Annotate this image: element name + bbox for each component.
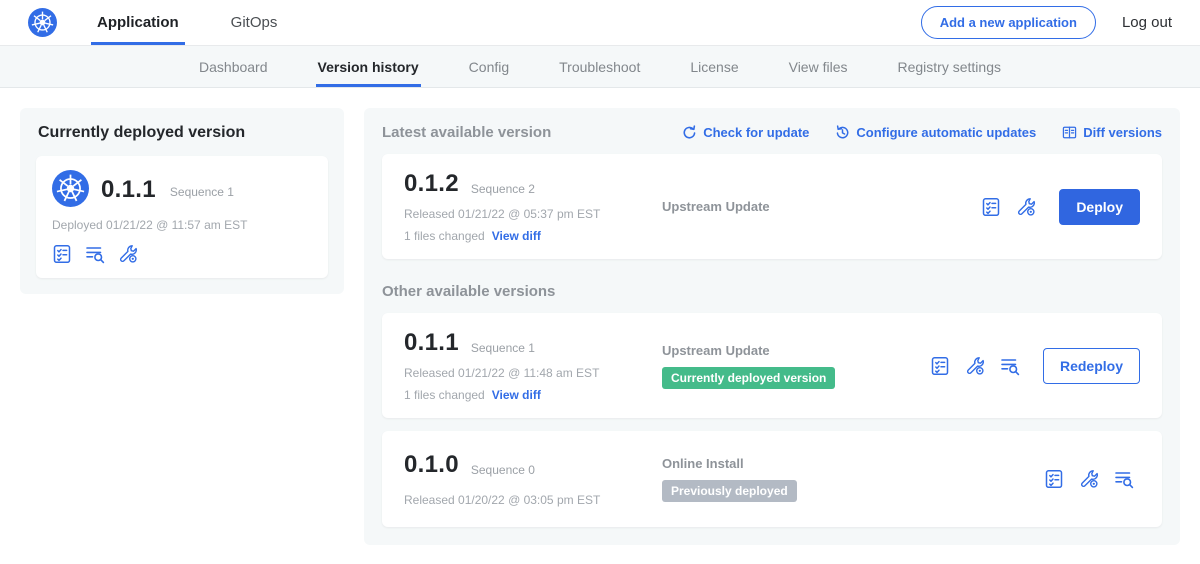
redeploy-button[interactable]: Redeploy [1043, 348, 1140, 384]
latest-available-title: Latest available version [382, 124, 551, 141]
version-number: 0.1.0 [404, 451, 459, 479]
version-source: Upstream Update [662, 199, 930, 214]
subnav-label: Config [469, 59, 509, 75]
deployed-version-card: 0.1.1 Sequence 1 Deployed 01/21/22 @ 11:… [36, 156, 328, 278]
subnav-item-troubleshoot[interactable]: Troubleshoot [557, 46, 642, 87]
released-timestamp: Released 01/21/22 @ 05:37 pm EST [404, 207, 662, 221]
config-icon[interactable] [1079, 469, 1099, 489]
logout-button[interactable]: Log out [1122, 14, 1172, 31]
tab-application-label: Application [97, 14, 179, 31]
diff-versions-label: Diff versions [1083, 125, 1162, 140]
config-icon[interactable] [965, 356, 985, 376]
config-icon[interactable] [118, 244, 138, 264]
deploy-button[interactable]: Deploy [1059, 189, 1140, 225]
files-changed-label: 1 files changed [404, 229, 485, 243]
released-timestamp: Released 01/21/22 @ 11:48 am EST [404, 366, 662, 380]
version-row: 0.1.0 Sequence 0 Released 01/20/22 @ 03:… [382, 431, 1162, 527]
tab-application[interactable]: Application [91, 0, 185, 45]
subnav-label: Registry settings [898, 59, 1001, 75]
config-icon[interactable] [1016, 197, 1036, 217]
subnav-item-view-files[interactable]: View files [787, 46, 850, 87]
diff-icon [1062, 125, 1077, 140]
files-changed-label: 1 files changed [404, 388, 485, 402]
release-notes-icon[interactable] [930, 356, 950, 376]
version-sequence: Sequence 1 [471, 341, 535, 355]
top-bar: Application GitOps Add a new application… [0, 0, 1200, 46]
add-application-button[interactable]: Add a new application [921, 6, 1096, 39]
subnav-item-registry-settings[interactable]: Registry settings [896, 46, 1003, 87]
view-diff-link[interactable]: View diff [492, 229, 541, 243]
other-available-title: Other available versions [382, 283, 1162, 300]
kubernetes-logo-icon [28, 0, 57, 45]
release-notes-icon[interactable] [1044, 469, 1064, 489]
deployed-panel-title: Currently deployed version [36, 124, 328, 142]
subnav-label: Dashboard [199, 59, 268, 75]
released-timestamp: Released 01/20/22 @ 03:05 pm EST [404, 493, 662, 507]
view-files-icon[interactable] [85, 244, 105, 264]
currently-deployed-badge: Currently deployed version [662, 367, 835, 389]
subnav-item-dashboard[interactable]: Dashboard [197, 46, 270, 87]
subnav-label: License [690, 59, 738, 75]
version-number: 0.1.1 [404, 329, 459, 357]
version-source: Upstream Update [662, 343, 930, 358]
version-source: Online Install [662, 456, 930, 471]
deployed-timestamp: Deployed 01/21/22 @ 11:57 am EST [52, 218, 312, 232]
view-diff-link[interactable]: View diff [492, 388, 541, 402]
tab-gitops[interactable]: GitOps [225, 0, 284, 45]
history-clock-icon [835, 125, 850, 140]
version-number: 0.1.2 [404, 170, 459, 198]
subnav-item-config[interactable]: Config [467, 46, 511, 87]
app-icon [52, 170, 89, 210]
version-row: 0.1.1 Sequence 1 Released 01/21/22 @ 11:… [382, 313, 1162, 418]
check-for-update-label: Check for update [703, 125, 809, 140]
subnav-item-license[interactable]: License [688, 46, 740, 87]
subnav-label: View files [789, 59, 848, 75]
subnav-item-version-history[interactable]: Version history [316, 46, 421, 87]
version-sequence: Sequence 2 [471, 182, 535, 196]
currently-deployed-panel: Currently deployed version 0.1.1 Sequenc… [20, 108, 344, 294]
view-files-icon[interactable] [1114, 469, 1134, 489]
configure-updates-label: Configure automatic updates [856, 125, 1036, 140]
tab-gitops-label: GitOps [231, 14, 278, 31]
refresh-icon [682, 125, 697, 140]
release-notes-icon[interactable] [981, 197, 1001, 217]
version-row: 0.1.2 Sequence 2 Released 01/21/22 @ 05:… [382, 154, 1162, 259]
configure-automatic-updates-link[interactable]: Configure automatic updates [835, 125, 1036, 140]
main-content: Currently deployed version 0.1.1 Sequenc… [0, 88, 1200, 564]
app-subnav: Dashboard Version history Config Trouble… [0, 46, 1200, 88]
diff-versions-link[interactable]: Diff versions [1062, 125, 1162, 140]
topbar-spacer [323, 0, 920, 45]
deployed-version-number: 0.1.1 [101, 176, 156, 204]
subnav-label: Troubleshoot [559, 59, 640, 75]
view-files-icon[interactable] [1000, 356, 1020, 376]
previously-deployed-badge: Previously deployed [662, 480, 797, 502]
version-sequence: Sequence 0 [471, 463, 535, 477]
subnav-label: Version history [318, 59, 419, 75]
deployed-sequence-label: Sequence 1 [170, 185, 234, 199]
available-versions-panel: Latest available version Check for updat… [364, 108, 1180, 545]
release-notes-icon[interactable] [52, 244, 72, 264]
check-for-update-link[interactable]: Check for update [682, 125, 809, 140]
